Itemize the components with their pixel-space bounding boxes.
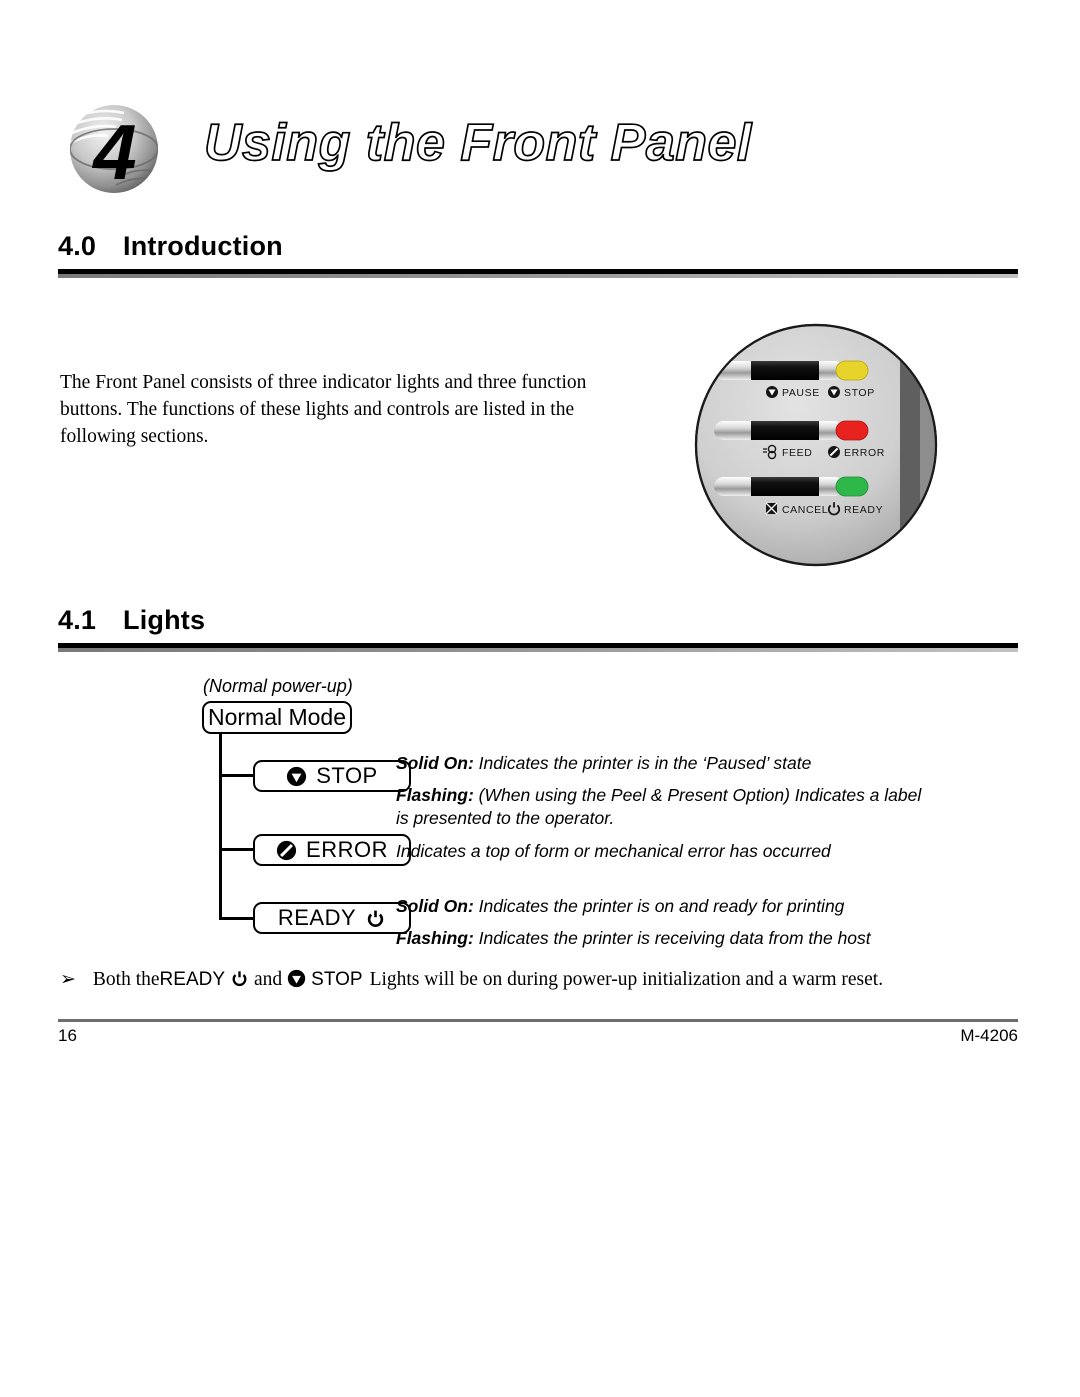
svg-text:ERROR: ERROR	[844, 447, 885, 459]
section-title: Introduction	[123, 231, 283, 261]
tree-trunk	[219, 734, 222, 920]
note-ready-label: READY	[159, 969, 226, 990]
error-slash-icon	[276, 840, 297, 861]
desc-keyword: Solid On:	[396, 896, 474, 916]
lights-diagram: (Normal power-up) Normal Mode STOP Solid…	[58, 660, 1018, 960]
normal-mode-label: Normal Mode	[207, 704, 347, 730]
svg-text:STOP: STOP	[844, 387, 875, 399]
section-title: Lights	[123, 605, 206, 635]
stop-triangle-icon	[286, 766, 307, 787]
power-up-note: ➢ Both the READY and STOP Lights will be…	[60, 966, 990, 993]
arrow-bullet-icon: ➢	[60, 969, 76, 990]
light-label-ready: READY	[277, 905, 357, 930]
chapter-globe-icon: 4	[58, 95, 170, 203]
chapter-header: 4 Using the Front Panel	[58, 92, 1018, 207]
stop-triangle-icon	[287, 969, 306, 996]
svg-text:PAUSE: PAUSE	[782, 387, 820, 399]
desc-text: Indicates the printer is on and ready fo…	[473, 896, 845, 916]
front-panel-photo: PAUSE STOP FEED ERROR CANCEL READY	[688, 305, 950, 590]
footer-rule	[58, 1019, 1018, 1022]
document-id: M-4206	[960, 1026, 1018, 1045]
desc-text: Indicates the printer is in the ‘Paused’…	[473, 753, 812, 773]
light-label-error: ERROR	[306, 837, 388, 862]
light-description-stop: Solid On: Indicates the printer is in th…	[396, 752, 926, 830]
section-number: 4.0	[58, 231, 97, 261]
note-part3: Lights will be on during power-up initia…	[369, 969, 884, 990]
page: 4 Using the Front Panel 4.0 Introduction …	[0, 0, 1080, 1397]
tree-branch-error	[219, 848, 256, 851]
ready-power-icon	[230, 969, 249, 996]
desc-keyword: Solid On:	[396, 753, 474, 773]
desc-keyword: Flashing:	[396, 785, 474, 805]
light-label-stop: STOP	[316, 763, 378, 788]
light-box-error: ERROR	[253, 834, 411, 866]
desc-text: Indicates the printer is receiving data …	[473, 928, 871, 948]
light-description-ready: Solid On: Indicates the printer is on an…	[396, 895, 931, 950]
section-heading-introduction: 4.0 Introduction	[58, 230, 1018, 262]
note-stop-label: STOP	[311, 969, 363, 990]
svg-text:CANCEL: CANCEL	[782, 504, 828, 516]
chapter-number: 4	[91, 108, 136, 196]
introduction-paragraph: The Front Panel consists of three indica…	[60, 372, 587, 447]
section-introduction: 4.0 Introduction	[58, 230, 1018, 278]
section-rule	[58, 643, 1018, 652]
tree-branch-ready	[219, 917, 256, 920]
light-box-stop: STOP	[253, 760, 411, 792]
light-box-ready: READY	[253, 902, 411, 934]
normal-powerup-caption: (Normal power-up)	[203, 676, 353, 696]
svg-text:Using the Front Panel: Using the Front Panel	[204, 114, 753, 172]
chapter-title: Using the Front Panel	[200, 104, 1020, 184]
desc-text: (When using the Peel & Present Option) I…	[396, 785, 922, 828]
section-lights: 4.1 Lights	[58, 604, 1018, 652]
light-description-error: Indicates a top of form or mechanical er…	[396, 840, 926, 863]
desc-text: Indicates a top of form or mechanical er…	[396, 841, 831, 861]
section-number: 4.1	[58, 605, 97, 635]
note-part2: and	[254, 969, 283, 990]
section-rule	[58, 269, 1018, 278]
svg-text:FEED: FEED	[782, 447, 812, 459]
tree-branch-stop	[219, 774, 256, 777]
footer: 16 M-4206	[58, 1026, 1018, 1046]
desc-keyword: Flashing:	[396, 928, 474, 948]
note-part1: Both the	[92, 969, 160, 990]
page-number: 16	[58, 1026, 77, 1045]
svg-text:READY: READY	[844, 504, 883, 516]
normal-mode-box: Normal Mode	[202, 701, 352, 734]
section-heading-lights: 4.1 Lights	[58, 604, 1018, 636]
ready-power-icon	[365, 908, 386, 929]
